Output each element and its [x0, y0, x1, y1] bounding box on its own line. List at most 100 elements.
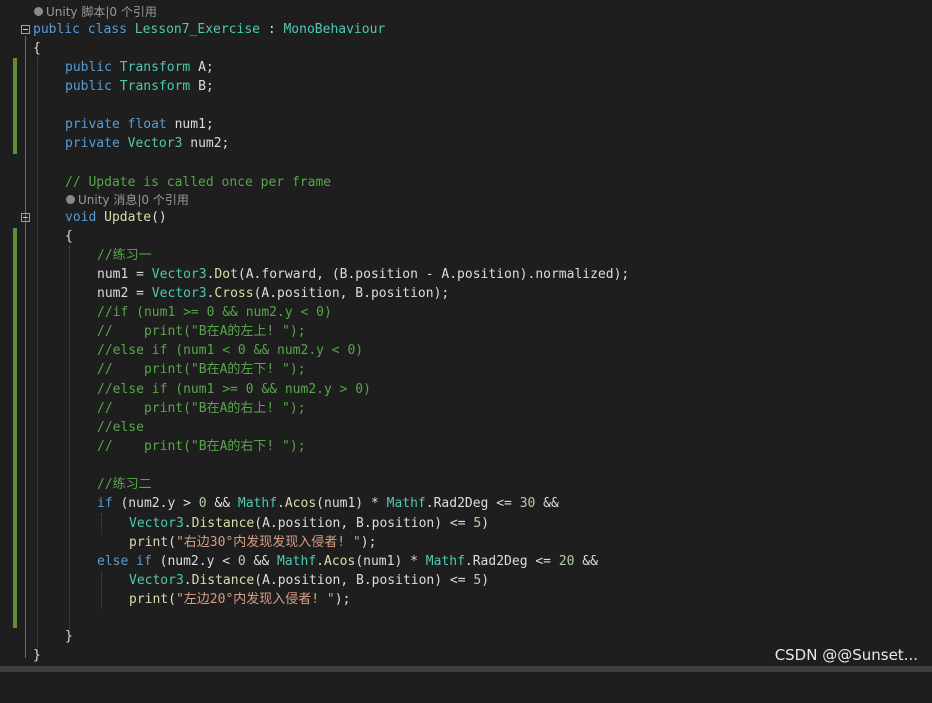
- type-name: Transform: [119, 60, 191, 75]
- comment: // print("B在A的右下! ");: [97, 439, 306, 454]
- method-name: Distance: [191, 573, 255, 588]
- code-text: &&: [535, 496, 559, 511]
- code-line[interactable]: //if (num1 >= 0 && num2.y < 0): [0, 303, 932, 322]
- code-line[interactable]: // print("B在A的左下! ");: [0, 360, 932, 379]
- code-line[interactable]: }: [0, 627, 932, 646]
- comment: // print("B在A的右上! ");: [97, 401, 306, 416]
- watermark: CSDN @@Sunset...: [774, 646, 918, 664]
- class-name: Lesson7_Exercise: [134, 22, 260, 37]
- code-line[interactable]: //练习一: [0, 246, 932, 265]
- code-line[interactable]: print("左边20°内发现入侵者! ");: [0, 590, 932, 609]
- punct: .: [316, 554, 324, 569]
- type-name: Transform: [119, 79, 191, 94]
- type-name: Vector3: [151, 267, 207, 282]
- code-text: &&: [245, 554, 278, 569]
- identifier: A;: [198, 60, 214, 75]
- code-line[interactable]: // Update is called once per frame: [0, 173, 932, 192]
- punct: .: [277, 496, 285, 511]
- punct: ): [481, 516, 490, 531]
- punct: (: [168, 535, 176, 550]
- horizontal-scrollbar[interactable]: [0, 666, 932, 672]
- code-line[interactable]: public Transform B;: [0, 77, 932, 96]
- code-line[interactable]: //练习二: [0, 475, 932, 494]
- identifier: B;: [198, 79, 214, 94]
- keyword: public: [65, 60, 112, 75]
- type-name: Mathf: [425, 554, 465, 569]
- code-line[interactable]: //else if (num1 < 0 && num2.y < 0): [0, 341, 932, 360]
- string-literal: "左边20°内发现入侵者! ": [175, 592, 335, 607]
- comment: // print("B在A的左上! ");: [97, 324, 306, 339]
- codelens-text: Unity 消息|0 个引用: [78, 193, 189, 207]
- number: 0: [198, 496, 207, 511]
- code-line[interactable]: public Transform A;: [0, 58, 932, 77]
- code-line[interactable]: //else if (num1 >= 0 && num2.y > 0): [0, 380, 932, 399]
- code-text: (num2.y >: [112, 496, 199, 511]
- code-text: (num2.y <: [151, 554, 238, 569]
- code-line[interactable]: num1 = Vector3.Dot(A.forward, (B.positio…: [0, 265, 932, 284]
- code-line[interactable]: num2 = Vector3.Cross(A.position, B.posit…: [0, 284, 932, 303]
- keyword: void: [65, 210, 97, 225]
- comment: //练习二: [97, 477, 152, 492]
- punct: (): [151, 210, 167, 225]
- identifier: num2;: [190, 136, 230, 151]
- type-name: float: [127, 117, 167, 132]
- unity-icon: [66, 195, 75, 204]
- comment: //else if (num1 >= 0 && num2.y > 0): [97, 382, 371, 397]
- punct: :: [260, 22, 284, 37]
- code-text: (A.position, B.position) <=: [254, 573, 474, 588]
- code-line[interactable]: Vector3.Distance(A.position, B.position)…: [0, 571, 932, 590]
- code-line[interactable]: // print("B在A的右下! ");: [0, 437, 932, 456]
- code-line[interactable]: private float num1;: [0, 115, 932, 134]
- type-name: Vector3: [151, 286, 207, 301]
- code-line[interactable]: {: [0, 39, 932, 58]
- code-line[interactable]: void Update(): [0, 208, 932, 227]
- method-name: Acos: [324, 554, 356, 569]
- string-literal: "右边30°内发现发现入侵者! ": [175, 535, 361, 550]
- comment: // Update is called once per frame: [65, 175, 332, 190]
- code-text: (num1) *: [355, 554, 426, 569]
- type-name: Vector3: [129, 573, 184, 588]
- code-line[interactable]: if (num2.y > 0 && Mathf.Acos(num1) * Mat…: [0, 494, 932, 513]
- code-text: .Rad2Deg <=: [425, 496, 520, 511]
- type-name: Mathf: [386, 496, 426, 511]
- code-line[interactable]: // print("B在A的左上! ");: [0, 322, 932, 341]
- method-name: Acos: [284, 496, 317, 511]
- code-text: .Rad2Deg <=: [464, 554, 559, 569]
- number: 20: [558, 554, 575, 569]
- punct: );: [334, 592, 351, 607]
- type-name: Mathf: [277, 554, 317, 569]
- codelens-text: Unity 脚本|0 个引用: [46, 5, 157, 19]
- comment: //else if (num1 < 0 && num2.y < 0): [97, 343, 364, 358]
- method-name: Update: [104, 210, 152, 225]
- code-text: num1 =: [97, 267, 152, 282]
- identifier: num1;: [174, 117, 214, 132]
- keyword: public: [33, 22, 80, 37]
- code-text: (A.forward, (B.position - A.position).no…: [237, 267, 630, 282]
- code-line[interactable]: private Vector3 num2;: [0, 134, 932, 153]
- code-line[interactable]: else if (num2.y < 0 && Mathf.Acos(num1) …: [0, 552, 932, 571]
- code-line[interactable]: //else: [0, 418, 932, 437]
- code-line[interactable]: public class Lesson7_Exercise : MonoBeha…: [0, 20, 932, 39]
- number: 30: [519, 496, 536, 511]
- code-text: &&: [206, 496, 238, 511]
- method-name: print: [129, 592, 169, 607]
- unity-icon: [34, 7, 43, 16]
- code-text: (num1) *: [316, 496, 387, 511]
- punct: );: [360, 535, 377, 550]
- code-editor[interactable]: Unity 脚本|0 个引用 public class Lesson7_Exer…: [0, 0, 932, 672]
- type-name: Vector3: [129, 516, 184, 531]
- method-name: print: [129, 535, 169, 550]
- brace: }: [33, 648, 41, 663]
- method-name: Distance: [191, 516, 255, 531]
- code-line[interactable]: print("右边30°内发现发现入侵者! ");: [0, 533, 932, 552]
- method-name: Dot: [214, 267, 238, 282]
- type-name: Mathf: [237, 496, 278, 511]
- comment: // print("B在A的左下! ");: [97, 362, 306, 377]
- type-name: Vector3: [127, 136, 183, 151]
- code-line[interactable]: // print("B在A的右上! ");: [0, 399, 932, 418]
- code-line[interactable]: Vector3.Distance(A.position, B.position)…: [0, 514, 932, 533]
- code-line[interactable]: {: [0, 227, 932, 246]
- base-class: MonoBehaviour: [283, 22, 386, 37]
- comment: //练习一: [97, 248, 152, 263]
- keyword: else if: [97, 554, 152, 569]
